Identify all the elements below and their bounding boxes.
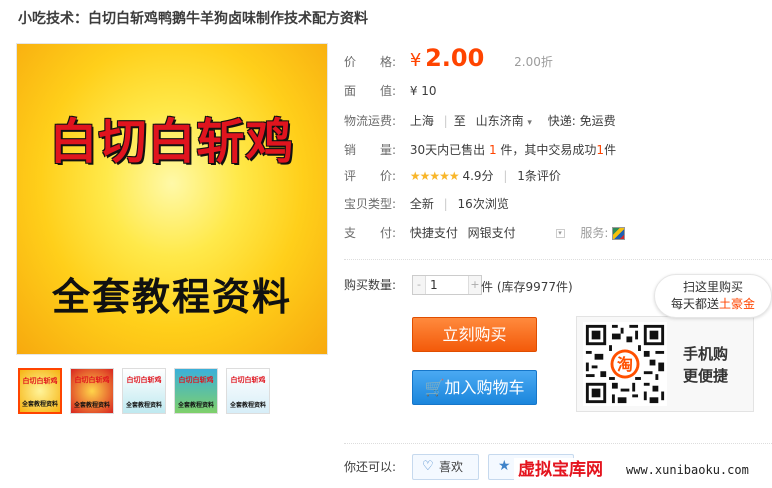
chevron-down-icon: ▾: [527, 118, 532, 128]
payment-method-quick[interactable]: 快捷支付: [410, 226, 458, 240]
thumbnail-label: 白切白斩鸡: [126, 376, 162, 384]
thumbnail-sublabel: 全套教程资料: [177, 402, 214, 409]
expand-icon[interactable]: ▾: [555, 229, 565, 238]
discount-text: 2.00折: [514, 55, 553, 69]
thumbnail-label: 白切白斩鸡: [74, 376, 110, 384]
stock-text: 件 (库存9977件): [481, 277, 573, 297]
sales-text-3: 件: [604, 143, 617, 157]
buy-now-button[interactable]: 立刻购买: [412, 317, 537, 352]
thumbnail[interactable]: 白切白斩鸡 全套教程资料: [122, 368, 166, 414]
shipping-label: 物流运费:: [344, 114, 397, 128]
add-to-cart-label: 加入购物车: [444, 378, 525, 397]
product-title: 小吃技术：白切白斩鸡鸭鹅牛羊狗卤味制作技术配方资料: [18, 11, 368, 27]
rating-label: 评 价:: [344, 169, 397, 183]
divider: [344, 443, 772, 444]
payment-label: 支 付:: [344, 226, 397, 240]
stock-count: 件 (库存9977件): [481, 280, 573, 294]
thumbnail-sublabel: 全套教程资料: [21, 401, 58, 408]
item-type-row: 宝贝类型: 全新 | 16次浏览: [344, 194, 509, 214]
view-count: 16次浏览: [457, 197, 509, 211]
taobao-logo-icon: 淘: [617, 355, 633, 374]
promo-line2: 每天都送: [670, 297, 719, 311]
payment-row: 支 付: 快捷支付 网银支付 ▾ 服务:: [344, 223, 626, 243]
thumbnail[interactable]: 白切白斩鸡 全套教程资料: [226, 368, 270, 414]
shipping-row: 物流运费: 上海 | 至 山东济南 ▾ 快递: 免运费: [344, 111, 616, 131]
quantity-stepper: - +: [412, 275, 482, 295]
face-value: ¥ 10: [409, 84, 437, 98]
service-badge-icon[interactable]: [612, 227, 626, 240]
quantity-decrement-button[interactable]: -: [413, 276, 425, 294]
main-image-subline: 全套教程资料: [51, 275, 292, 319]
rating-row: 评 价: ★★★★★ 4.9分 | 1条评价: [344, 166, 561, 186]
quantity-label: 购买数量:: [344, 275, 396, 295]
share-label-text: 你还可以:: [344, 460, 397, 474]
watermark: 虚拟宝库网 www.xunibaoku.com: [514, 458, 772, 482]
promo-highlight: 土豪金: [719, 297, 756, 311]
quantity-input[interactable]: [425, 276, 469, 294]
thumbnail-strip: 白切白斩鸡 全套教程资料 白切白斩鸡 全套教程资料 白切白斩鸡 全套教程资料 白…: [18, 368, 270, 414]
cart-icon: 🛒: [424, 378, 445, 397]
service-label: 服务:: [580, 226, 609, 240]
share-label: 你还可以:: [344, 455, 396, 479]
rating-score: 4.9分: [462, 169, 494, 183]
sales-text-2: 件，其中交易成功: [500, 143, 597, 157]
thumbnail-label: 白切白斩鸡: [230, 376, 266, 384]
ship-to-prefix: 至: [453, 114, 466, 128]
thumbnail-sublabel: 全套教程资料: [125, 402, 162, 409]
currency-symbol: ¥: [409, 50, 422, 71]
sales-text: 30天内已售出: [409, 143, 486, 157]
item-type-label: 宝贝类型:: [344, 197, 397, 211]
price-value: 2.00: [425, 44, 485, 72]
sales-count: 1: [488, 143, 497, 157]
star-icon: ★: [498, 458, 511, 474]
ship-from: 上海: [409, 114, 434, 128]
payment-method-bank[interactable]: 网银支付: [468, 226, 516, 240]
quantity-label-text: 购买数量:: [344, 278, 397, 292]
mobile-purchase-panel[interactable]: 淘 手机购 更便捷: [576, 316, 754, 412]
promo-line1: 扫这里购买: [682, 280, 743, 294]
ship-method: 快递: 免运费: [547, 114, 616, 128]
thumbnail[interactable]: 白切白斩鸡 全套教程资料: [18, 368, 62, 414]
review-count-link[interactable]: 1条评价: [517, 169, 561, 183]
watermark-brand: 虚拟宝库网: [518, 460, 603, 480]
watermark-url: www.xunibaoku.com: [626, 463, 749, 477]
ship-to-city: 山东济南: [475, 114, 524, 128]
thumbnail-sublabel: 全套教程资料: [229, 402, 266, 409]
mobile-buy-line1: 手机购: [683, 345, 729, 363]
item-type-value: 全新: [409, 197, 434, 211]
main-image-headline: 白切白斩鸡: [49, 114, 295, 170]
sales-label: 销 量:: [344, 143, 397, 157]
thumbnail-label: 白切白斩鸡: [22, 377, 58, 385]
divider: [344, 259, 772, 260]
thumbnail[interactable]: 白切白斩鸡 全套教程资料: [174, 368, 218, 414]
sales-row: 销 量: 30天内已售出 1 件，其中交易成功1件: [344, 140, 616, 160]
mobile-buy-line2: 更便捷: [683, 367, 729, 385]
star-rating-icon: ★★★★★: [409, 169, 460, 183]
qr-code-icon: 淘: [583, 322, 667, 406]
success-count: 1: [596, 143, 605, 157]
price-label: 价 格:: [344, 55, 397, 69]
face-value-row: 面 值: ¥ 10: [344, 81, 437, 101]
main-product-image[interactable]: 白切白斩鸡 全套教程资料: [16, 43, 328, 355]
like-label: 喜欢: [439, 460, 464, 474]
ship-to-select[interactable]: 山东济南 ▾: [476, 114, 532, 128]
promo-bubble: 扫这里购买 每天都送土豪金: [654, 274, 772, 318]
price-row: 价 格: ¥ 2.00 2.00折: [344, 44, 553, 72]
add-to-cart-button[interactable]: 🛒加入购物车: [412, 370, 537, 405]
thumbnail-label: 白切白斩鸡: [178, 376, 214, 384]
face-value-label: 面 值:: [344, 84, 397, 98]
quantity-increment-button[interactable]: +: [469, 276, 481, 294]
thumbnail-sublabel: 全套教程资料: [73, 402, 110, 409]
like-button[interactable]: ♡ 喜欢: [412, 454, 479, 480]
thumbnail[interactable]: 白切白斩鸡 全套教程资料: [70, 368, 114, 414]
mobile-buy-text: 手机购 更便捷: [683, 343, 728, 387]
heart-icon: ♡: [422, 459, 434, 474]
